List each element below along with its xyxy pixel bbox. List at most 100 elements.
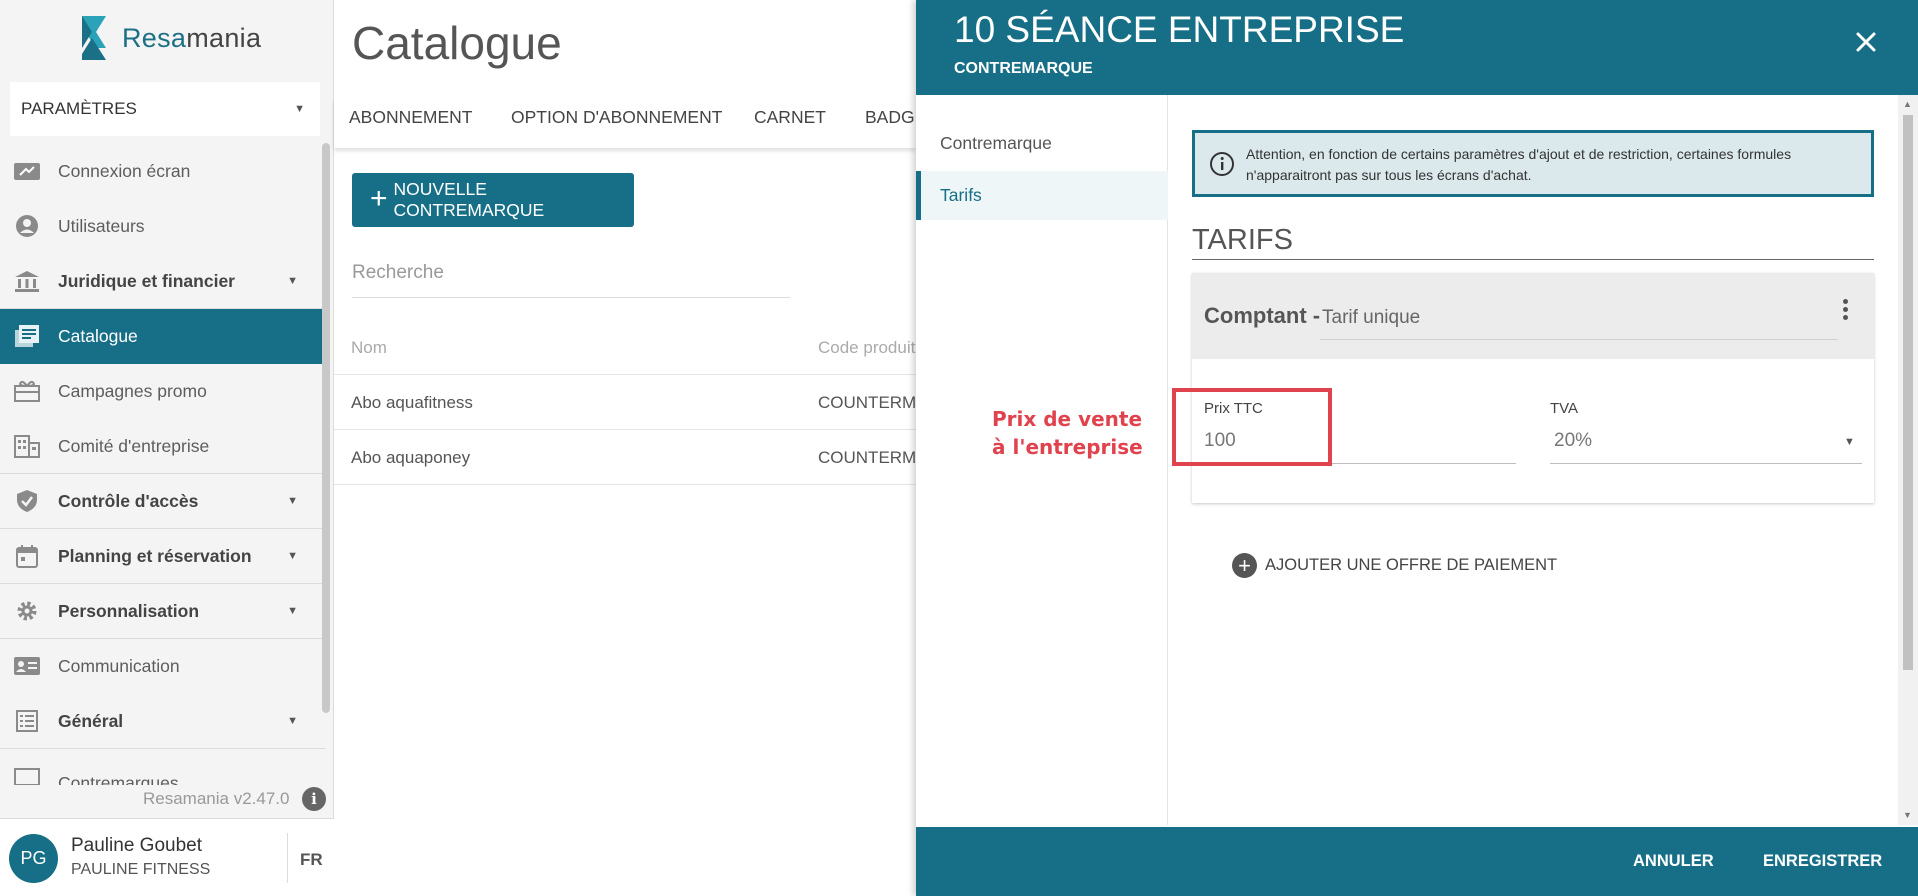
sidebar-item-label: Communication xyxy=(58,656,180,676)
drawer-title: 10 SÉANCE ENTREPRISE xyxy=(954,9,1405,50)
user-organization: PAULINE FITNESS xyxy=(71,861,211,878)
cancel-button[interactable]: ANNULER xyxy=(1633,852,1714,871)
app-version: Resamania v2.47.0 xyxy=(143,789,290,808)
sidebar-item-juridique[interactable]: Juridique et financier ▼ xyxy=(0,254,326,309)
tva-label: TVA xyxy=(1550,400,1579,417)
sidebar-item-connexion-ecran[interactable]: Connexion écran xyxy=(0,144,326,199)
chevron-down-icon: ▼ xyxy=(287,495,298,507)
alert-message: Attention, en fonction de certains param… xyxy=(1246,146,1792,183)
avatar[interactable]: PG xyxy=(9,834,58,883)
divider xyxy=(1192,259,1874,260)
new-contremarque-label: NOUVELLE CONTREMARQUE xyxy=(393,179,545,220)
divider xyxy=(1550,463,1862,464)
page-title: Catalogue xyxy=(352,17,562,69)
sidebar-item-catalogue[interactable]: Catalogue xyxy=(0,309,326,364)
scrollbar-thumb[interactable] xyxy=(1903,115,1913,670)
chevron-down-icon: ▼ xyxy=(294,103,305,115)
language-switch[interactable]: FR xyxy=(300,850,323,870)
logo-icon xyxy=(82,16,106,60)
sidebar-item-communication[interactable]: Communication xyxy=(0,639,326,694)
tva-select[interactable]: 20% xyxy=(1554,430,1592,452)
user-bar: PG Pauline Goubet PAULINE FITNESS FR xyxy=(0,818,334,896)
catalogue-tabs: ABONNEMENT OPTION D'ABONNEMENT CARNET BA… xyxy=(334,98,926,148)
divider xyxy=(287,833,288,883)
table-row[interactable]: Abo aquaponey COUNTERMA xyxy=(334,430,928,485)
chevron-down-icon: ▼ xyxy=(287,605,298,617)
sidebar-item-contremarques[interactable]: Contremarques xyxy=(0,749,326,785)
sidebar-item-comite-entreprise[interactable]: Comité d'entreprise xyxy=(0,419,326,474)
chevron-down-icon: ▼ xyxy=(287,550,298,562)
section-selector-label: PARAMÈTRES xyxy=(21,99,137,118)
scroll-down-icon[interactable]: ▼ xyxy=(1903,810,1912,820)
user-name: Pauline Goubet xyxy=(71,835,202,856)
tab-contremarque[interactable]: Contremarque xyxy=(916,119,1168,168)
new-contremarque-button[interactable]: + NOUVELLE CONTREMARQUE xyxy=(352,173,634,227)
chevron-down-icon: ▼ xyxy=(287,715,298,727)
column-header-code[interactable]: Code produit xyxy=(818,338,915,358)
sidebar-item-label: Contrôle d'accès xyxy=(58,490,199,511)
user-icon xyxy=(16,215,38,237)
chevron-down-icon[interactable]: ▼ xyxy=(1844,436,1855,448)
section-selector[interactable]: PARAMÈTRES ▼ xyxy=(10,82,320,136)
drawer-scrollbar[interactable]: ▲ ▼ xyxy=(1898,95,1918,825)
sidebar-item-campagnes-promo[interactable]: Campagnes promo xyxy=(0,364,326,419)
close-icon[interactable] xyxy=(1852,28,1880,56)
add-payment-offer-button[interactable]: + AJOUTER UNE OFFRE DE PAIEMENT xyxy=(1232,553,1557,578)
tarif-name-input[interactable]: Tarif unique xyxy=(1322,307,1420,329)
sidebar: Resamania PARAMÈTRES ▼ Connexion écran U… xyxy=(0,0,334,896)
info-icon xyxy=(1210,152,1234,176)
tab-carnet[interactable]: CARNET xyxy=(754,107,826,128)
sidebar-item-label: Campagnes promo xyxy=(58,381,207,401)
row-code: COUNTERMA xyxy=(818,393,928,412)
drawer-subtitle: CONTREMARQUE xyxy=(954,60,1093,77)
sidebar-item-general[interactable]: Général ▼ xyxy=(0,694,326,749)
drawer-footer: ANNULER ENREGISTRER xyxy=(916,827,1918,896)
sidebar-item-utilisateurs[interactable]: Utilisateurs xyxy=(0,199,326,254)
sidebar-item-label: Juridique et financier xyxy=(58,270,235,291)
catalog-icon xyxy=(15,325,39,347)
row-code: COUNTERMA xyxy=(818,448,928,467)
calendar-icon xyxy=(16,545,38,568)
table-header: Nom Code produit xyxy=(334,320,916,375)
add-payment-offer-label: AJOUTER UNE OFFRE DE PAIEMENT xyxy=(1265,556,1558,574)
search-input[interactable]: Recherche xyxy=(352,262,790,298)
sidebar-scrollbar[interactable] xyxy=(322,143,330,713)
tab-tarifs[interactable]: Tarifs xyxy=(916,171,1168,220)
ticket-icon xyxy=(14,768,40,785)
sidebar-item-label: Personnalisation xyxy=(58,600,200,621)
tarif-card-title: Comptant - xyxy=(1204,303,1321,328)
gift-icon xyxy=(14,380,40,402)
divider xyxy=(1320,339,1838,340)
more-vert-icon[interactable] xyxy=(1843,299,1849,321)
tab-abonnement[interactable]: ABONNEMENT xyxy=(349,107,472,128)
sidebar-item-controle-acces[interactable]: Contrôle d'accès ▼ xyxy=(0,474,326,529)
sidebar-item-personnalisation[interactable]: Personnalisation ▼ xyxy=(0,584,326,639)
row-name: Abo aquafitness xyxy=(351,393,473,412)
tarif-card-header: Comptant - Tarif unique xyxy=(1192,273,1874,359)
column-header-nom[interactable]: Nom xyxy=(351,338,387,358)
list-icon xyxy=(16,710,38,732)
section-title: TARIFS xyxy=(1192,224,1293,256)
shield-icon xyxy=(17,490,37,512)
sidebar-item-label: Général xyxy=(58,710,124,731)
annotation-text: Prix de vente à l'entreprise xyxy=(992,407,1143,459)
scroll-up-icon[interactable]: ▲ xyxy=(1903,99,1912,109)
bank-icon xyxy=(15,271,39,292)
sidebar-item-label: Contremarques xyxy=(58,773,179,785)
sidebar-item-planning[interactable]: Planning et réservation ▼ xyxy=(0,529,326,584)
sidebar-item-label: Connexion écran xyxy=(58,161,191,181)
sidebar-item-label: Catalogue xyxy=(58,326,138,346)
table-row[interactable]: Abo aquafitness COUNTERMA xyxy=(334,375,928,430)
logo[interactable]: Resamania xyxy=(78,14,261,62)
chevron-down-icon: ▼ xyxy=(287,275,298,287)
info-icon[interactable]: i xyxy=(302,787,326,811)
building-icon xyxy=(14,435,40,458)
save-button[interactable]: ENREGISTRER xyxy=(1763,852,1882,871)
screen-connect-icon xyxy=(14,163,40,180)
row-name: Abo aquaponey xyxy=(351,448,471,467)
contact-card-icon xyxy=(14,657,40,675)
sidebar-item-label: Utilisateurs xyxy=(58,216,145,236)
gear-icon xyxy=(17,601,37,621)
tab-option-abonnement[interactable]: OPTION D'ABONNEMENT xyxy=(511,107,722,128)
sidebar-nav: Connexion écran Utilisateurs Juridique e… xyxy=(0,144,326,785)
